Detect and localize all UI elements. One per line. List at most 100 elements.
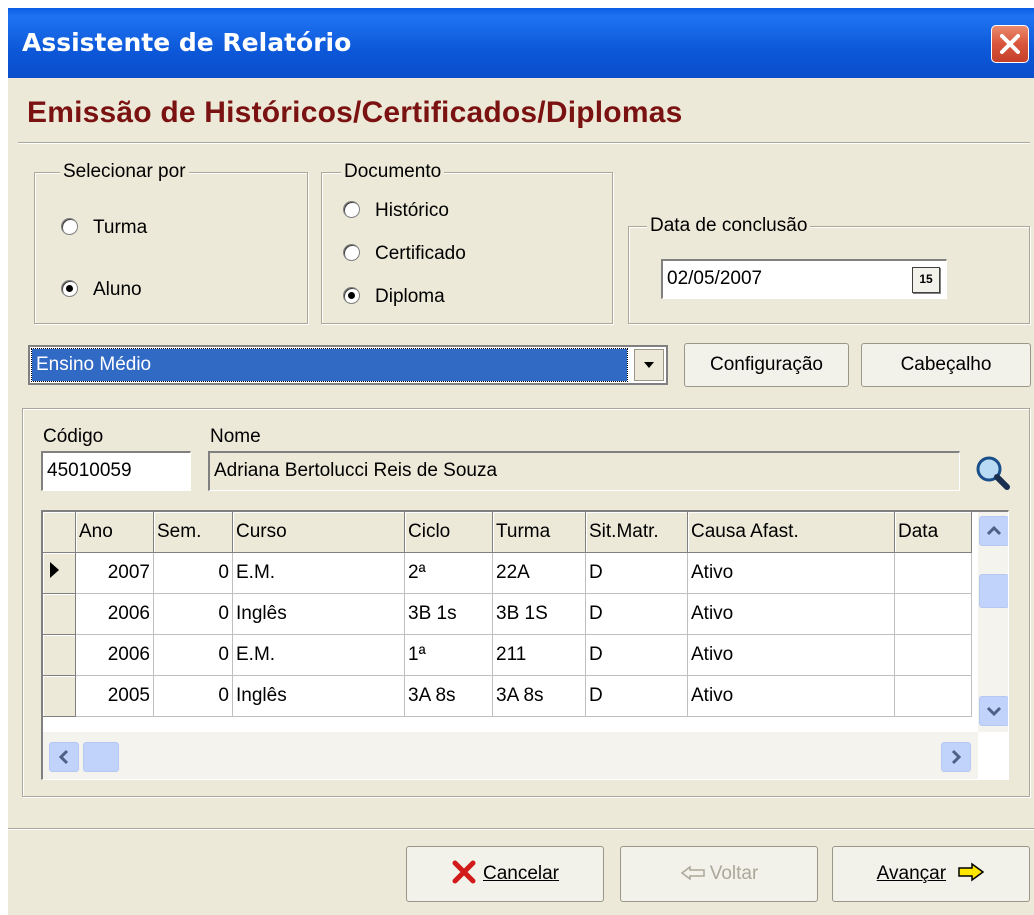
radio-historico[interactable]: Histórico	[343, 200, 449, 222]
cell-sit-matr[interactable]: D	[585, 552, 688, 594]
cell-data[interactable]	[894, 593, 972, 635]
horizontal-scrollbar[interactable]	[43, 732, 978, 779]
grid-header-row: Ano Sem. Curso Ciclo Turma Sit.Matr. Cau…	[43, 512, 972, 553]
column-header-turma[interactable]: Turma	[492, 512, 586, 553]
row-indicator[interactable]	[43, 593, 76, 635]
red-x-icon	[452, 860, 476, 884]
education-level-combo[interactable]: Ensino Médio	[28, 345, 668, 385]
vertical-scrollbar[interactable]	[978, 512, 1008, 732]
cell-turma[interactable]: 22A	[492, 552, 586, 594]
radio-historico-label: Histórico	[375, 200, 449, 221]
column-header-data[interactable]: Data	[894, 512, 972, 553]
header-button[interactable]: Cabeçalho	[861, 343, 1031, 387]
chevron-down-icon	[986, 706, 1002, 717]
radio-turma[interactable]: Turma	[61, 217, 147, 239]
radio-diploma[interactable]: Diploma	[343, 286, 445, 308]
cell-ano[interactable]: 2006	[75, 634, 154, 676]
cell-sem[interactable]: 0	[153, 552, 233, 594]
cell-data[interactable]	[894, 675, 972, 717]
row-indicator[interactable]	[43, 634, 76, 676]
window-title: Assistente de Relatório	[22, 28, 352, 57]
radio-certificado[interactable]: Certificado	[343, 243, 466, 265]
current-row-arrow-icon	[50, 562, 59, 578]
cell-sem[interactable]: 0	[153, 593, 233, 635]
close-button[interactable]	[991, 25, 1029, 63]
table-row[interactable]: 2006 0 Inglês 3B 1s 3B 1S D Ativo	[43, 593, 972, 635]
cell-ano[interactable]: 2006	[75, 593, 154, 635]
cell-curso[interactable]: Inglês	[232, 593, 405, 635]
cell-ciclo[interactable]: 3A 8s	[404, 675, 493, 717]
scroll-down-button[interactable]	[979, 696, 1008, 726]
next-button[interactable]: Avançar	[832, 846, 1030, 902]
table-row[interactable]: 2006 0 E.M. 1ª 211 D Ativo	[43, 634, 972, 676]
row-indicator[interactable]	[43, 675, 76, 717]
conclusion-date-input[interactable]: 02/05/2007 15	[661, 259, 947, 299]
code-input[interactable]: 45010059	[41, 451, 191, 491]
scroll-up-button[interactable]	[979, 516, 1008, 546]
column-header-causa-afast[interactable]: Causa Afast.	[687, 512, 895, 553]
cell-sem[interactable]: 0	[153, 634, 233, 676]
cell-ano[interactable]: 2005	[75, 675, 154, 717]
conclusion-date-legend: Data de conclusão	[647, 215, 811, 237]
cell-curso[interactable]: E.M.	[232, 552, 405, 594]
education-level-value: Ensino Médio	[31, 348, 628, 382]
scroll-left-button[interactable]	[49, 742, 79, 772]
cell-ciclo[interactable]: 1ª	[404, 634, 493, 676]
radio-certificado-circle	[343, 244, 360, 261]
cell-turma[interactable]: 3B 1S	[492, 593, 586, 635]
row-indicator[interactable]	[43, 552, 76, 594]
cell-data[interactable]	[894, 634, 972, 676]
cell-sit-matr[interactable]: D	[585, 634, 688, 676]
grid-corner	[43, 512, 76, 553]
cell-turma[interactable]: 211	[492, 634, 586, 676]
radio-diploma-circle	[343, 287, 360, 304]
config-button[interactable]: Configuração	[684, 343, 849, 387]
cell-curso[interactable]: E.M.	[232, 634, 405, 676]
cell-data[interactable]	[894, 552, 972, 594]
column-header-ciclo[interactable]: Ciclo	[404, 512, 493, 553]
heading-divider	[18, 142, 1030, 144]
calendar-icon[interactable]: 15	[912, 267, 940, 293]
radio-certificado-label: Certificado	[375, 243, 466, 264]
chevron-down-icon	[644, 362, 654, 368]
radio-diploma-label: Diploma	[375, 286, 445, 307]
cell-turma[interactable]: 3A 8s	[492, 675, 586, 717]
document-legend: Documento	[341, 161, 445, 183]
radio-historico-circle	[343, 201, 360, 218]
cell-causa-afast[interactable]: Ativo	[687, 552, 895, 594]
name-label: Nome	[210, 426, 261, 447]
scroll-right-button[interactable]	[941, 742, 971, 772]
code-label: Código	[43, 426, 104, 447]
enrollment-grid[interactable]: Ano Sem. Curso Ciclo Turma Sit.Matr. Cau…	[41, 510, 1009, 780]
cell-sit-matr[interactable]: D	[585, 675, 688, 717]
column-header-ano[interactable]: Ano	[75, 512, 154, 553]
radio-aluno[interactable]: Aluno	[61, 279, 142, 301]
cell-sem[interactable]: 0	[153, 675, 233, 717]
cell-ciclo[interactable]: 2ª	[404, 552, 493, 594]
title-bar[interactable]: Assistente de Relatório	[8, 8, 1034, 78]
column-header-curso[interactable]: Curso	[232, 512, 405, 553]
horizontal-scroll-thumb[interactable]	[83, 742, 119, 772]
cell-sit-matr[interactable]: D	[585, 593, 688, 635]
close-icon	[1000, 34, 1020, 54]
cell-curso[interactable]: Inglês	[232, 675, 405, 717]
dropdown-arrow-button[interactable]	[634, 349, 664, 381]
back-label: Voltar	[709, 863, 759, 884]
cell-ano[interactable]: 2007	[75, 552, 154, 594]
left-arrow-icon	[680, 865, 705, 881]
back-button[interactable]: Voltar	[620, 846, 818, 902]
search-icon[interactable]	[973, 453, 1013, 493]
table-row[interactable]: 2005 0 Inglês 3A 8s 3A 8s D Ativo	[43, 675, 972, 717]
right-arrow-icon	[958, 862, 985, 882]
cancel-button[interactable]: Cancelar	[406, 846, 604, 902]
table-row[interactable]: 2007 0 E.M. 2ª 22A D Ativo	[43, 552, 972, 594]
cell-causa-afast[interactable]: Ativo	[687, 634, 895, 676]
name-value: Adriana Bertolucci Reis de Souza	[214, 460, 498, 481]
vertical-scroll-thumb[interactable]	[979, 574, 1008, 608]
cell-causa-afast[interactable]: Ativo	[687, 675, 895, 717]
cell-ciclo[interactable]: 3B 1s	[404, 593, 493, 635]
column-header-sem[interactable]: Sem.	[153, 512, 233, 553]
cancel-label: Cancelar	[482, 863, 560, 884]
column-header-sit-matr[interactable]: Sit.Matr.	[585, 512, 688, 553]
cell-causa-afast[interactable]: Ativo	[687, 593, 895, 635]
